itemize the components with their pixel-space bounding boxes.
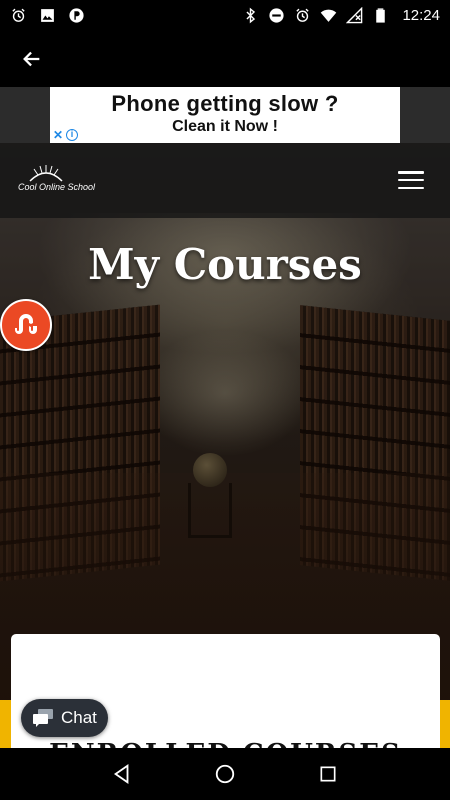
hamburger-menu-button[interactable]: [398, 171, 424, 189]
chat-button[interactable]: Chat: [21, 699, 108, 737]
home-circle-icon: [215, 764, 235, 784]
image-icon: [41, 8, 54, 22]
hamburger-menu-icon: [398, 171, 424, 174]
chat-label: Chat: [61, 708, 97, 727]
page-title: My Courses: [88, 240, 362, 289]
hamburger-menu-icon-bar: [398, 178, 424, 182]
bluetooth-icon: [246, 7, 256, 23]
site-header: Cool Online School: [0, 143, 450, 218]
clock: 12:24: [402, 6, 440, 24]
site-logo[interactable]: Cool Online School: [14, 163, 96, 199]
card-heading: ENROLLED COURSES: [11, 739, 440, 748]
battery-icon: [376, 7, 386, 23]
no-signal-icon: [346, 6, 363, 23]
app-bar: [0, 30, 450, 87]
ad-title: Phone getting slow ?: [111, 91, 339, 116]
recents-square-icon: [320, 766, 336, 782]
stumbleupon-share-button[interactable]: [0, 299, 52, 351]
ad-subtitle: Clean it Now !: [172, 118, 278, 135]
ad-info-icon[interactable]: i: [66, 129, 79, 141]
status-right: 12:24: [242, 6, 440, 24]
system-nav-bar: [0, 748, 450, 800]
hamburger-menu-icon-bar: [398, 186, 424, 189]
status-bar: 12:24: [0, 0, 450, 30]
arrow-left-icon: [23, 51, 40, 66]
status-left: [10, 7, 85, 24]
ad-close-icon[interactable]: ✕: [53, 128, 63, 142]
logo-text: Cool Online School: [18, 182, 96, 192]
ad-badges: ✕ i: [50, 127, 82, 143]
alarm-icon: [296, 8, 310, 22]
wifi-icon: [321, 9, 337, 22]
screen: 12:24 Phone getting slow ? Clean it Now …: [0, 0, 450, 800]
nav-home-button[interactable]: [210, 759, 240, 789]
ad-banner[interactable]: Phone getting slow ? Clean it Now ! ✕ i: [50, 87, 400, 143]
dnd-icon: [269, 7, 285, 23]
nav-recents-button[interactable]: [313, 759, 343, 789]
back-triangle-icon: [113, 764, 129, 784]
nav-back-button[interactable]: [107, 759, 137, 789]
ad-strip: Phone getting slow ? Clean it Now ! ✕ i: [0, 87, 450, 143]
back-button[interactable]: [18, 45, 46, 73]
chat-bubbles-icon: [33, 709, 53, 727]
alarm-icon: [12, 8, 25, 22]
sunrise-logo-icon: [29, 165, 63, 182]
stumbleupon-icon: [15, 314, 37, 334]
p-app-icon: [69, 7, 84, 23]
